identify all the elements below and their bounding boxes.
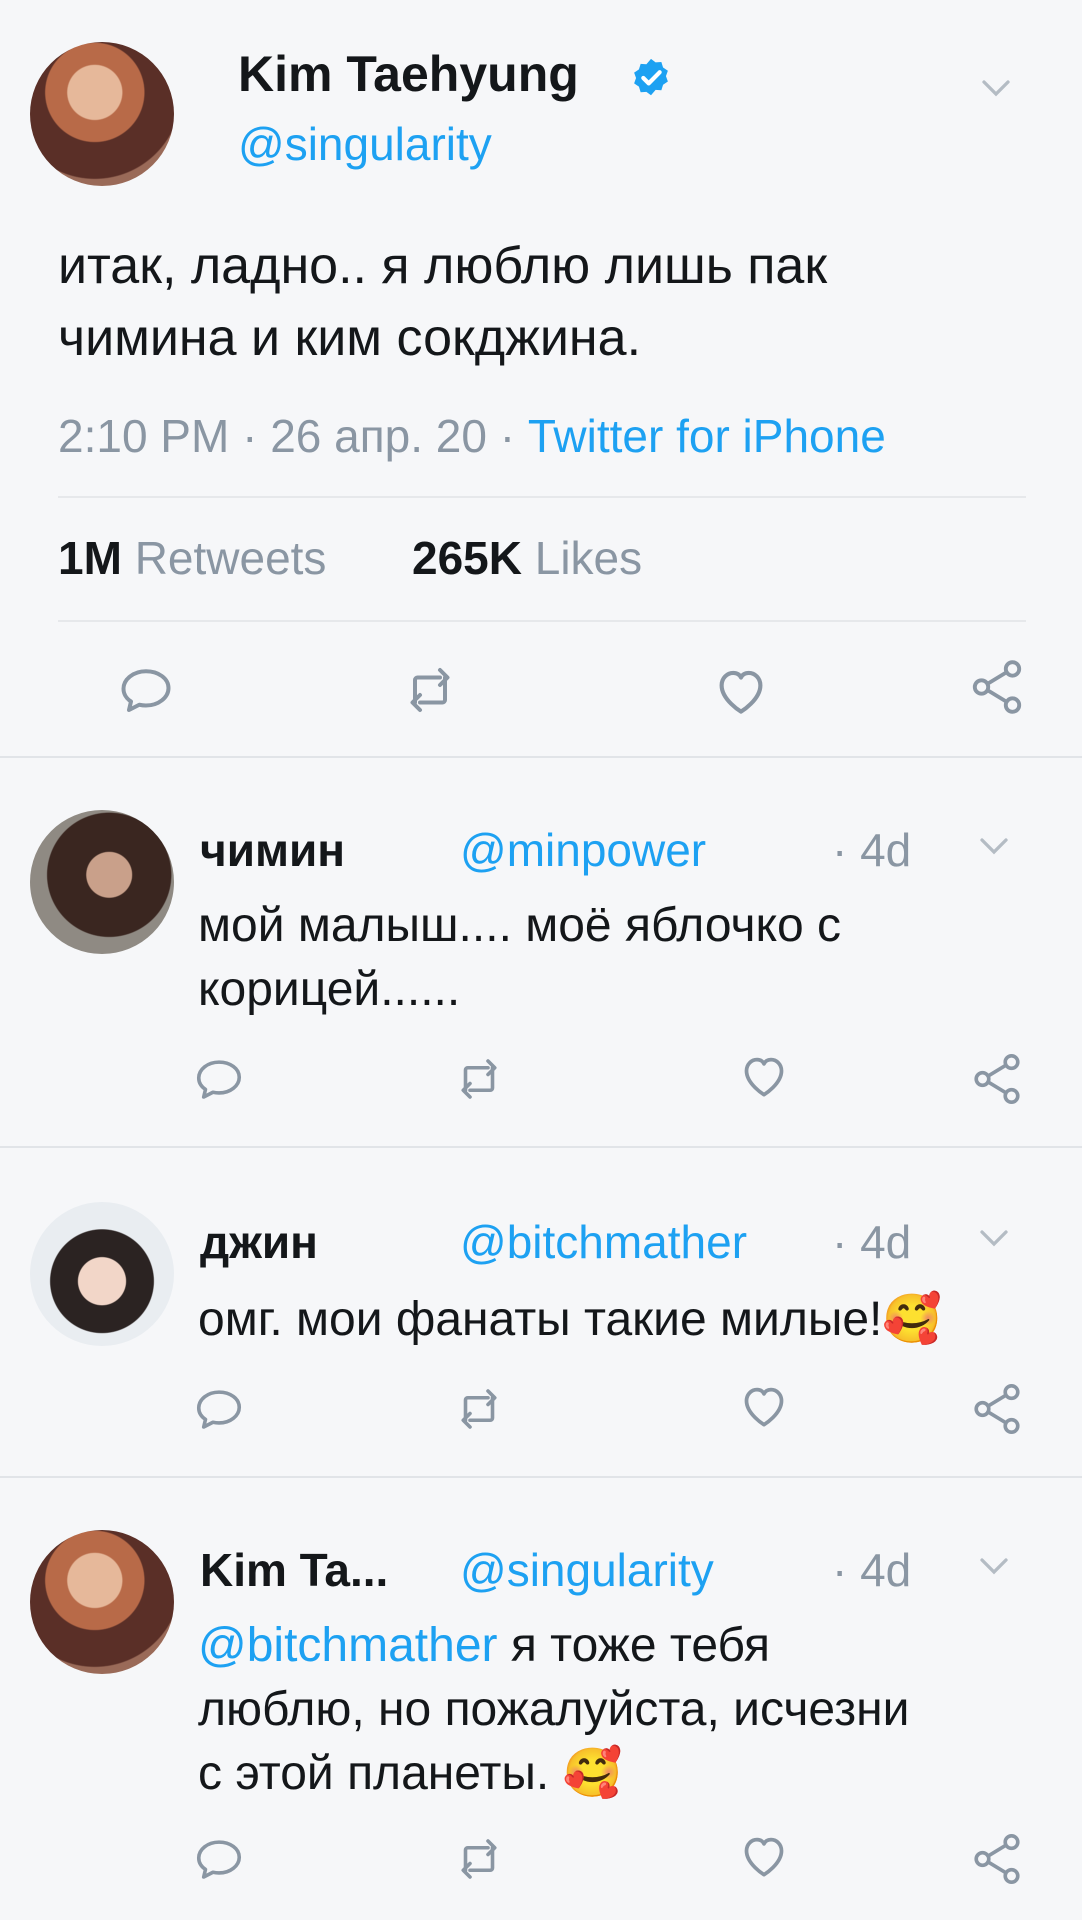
- retweets-label: Retweets: [134, 532, 327, 584]
- chevron-down-icon[interactable]: [976, 828, 1012, 864]
- avatar[interactable]: [30, 42, 174, 186]
- reply-text-line: мой малыш.... моё яблочко с: [198, 899, 842, 952]
- reply-author-name[interactable]: Kim Ta...: [200, 1542, 388, 1598]
- reply-age: · 4d: [832, 1544, 912, 1596]
- divider: [0, 1146, 1082, 1148]
- reply-icon[interactable]: [192, 1832, 246, 1886]
- divider: [0, 756, 1082, 758]
- chevron-down-icon[interactable]: [976, 1548, 1012, 1584]
- divider: [58, 620, 1026, 622]
- likes-label: Likes: [534, 532, 643, 584]
- tweet-date: 26 апр. 20: [270, 410, 487, 462]
- reply-author-name[interactable]: джин: [200, 1214, 318, 1270]
- divider: [58, 496, 1026, 498]
- reply-text-line: люблю, но пожалуйста, исчезни: [198, 1683, 910, 1736]
- retweet-icon[interactable]: [452, 1382, 506, 1436]
- author-name[interactable]: Kim Taehyung: [238, 44, 579, 104]
- tweet-meta: 2:10 PM · 26 апр. 20 · Twitter for iPhon…: [58, 408, 886, 464]
- meta-separator: ·: [242, 410, 258, 462]
- author-handle[interactable]: @singularity: [238, 116, 492, 172]
- retweets-stat[interactable]: 1M Retweets: [58, 530, 326, 586]
- reply-text: с этой планеты.: [198, 1747, 563, 1800]
- chevron-down-icon[interactable]: [978, 70, 1014, 106]
- smiling-face-with-hearts-icon: 🥰: [882, 1293, 943, 1346]
- like-icon[interactable]: [736, 1378, 792, 1434]
- meta-separator: ·: [499, 410, 516, 462]
- retweet-icon[interactable]: [452, 1052, 506, 1106]
- reply-age: · 4d: [832, 1216, 912, 1268]
- reply-icon[interactable]: [192, 1052, 246, 1106]
- reply-author-handle[interactable]: @minpower: [460, 822, 706, 878]
- like-icon[interactable]: [710, 660, 772, 722]
- reply-text: я тоже тебя: [497, 1619, 770, 1672]
- reply-author-handle[interactable]: @singularity: [460, 1542, 714, 1598]
- tweet-text-line: итак, ладно.. я люблю лишь пак: [58, 237, 828, 295]
- share-icon[interactable]: [968, 1050, 1026, 1108]
- retweet-icon[interactable]: [452, 1832, 506, 1886]
- reply-text-line: с этой планеты. 🥰: [198, 1744, 622, 1804]
- share-icon[interactable]: [966, 656, 1028, 718]
- avatar[interactable]: [30, 1202, 174, 1346]
- like-icon[interactable]: [736, 1048, 792, 1104]
- retweets-count: 1M: [58, 532, 122, 584]
- tweet-text-line: чимина и ким сокджина.: [58, 309, 642, 367]
- reply-text-line: @bitchmather я тоже тебя: [198, 1616, 770, 1676]
- reply-author-handle[interactable]: @bitchmather: [460, 1214, 747, 1270]
- reply-age: · 4d: [832, 824, 912, 876]
- verified-badge-icon: [634, 58, 668, 96]
- reply-text-line: омг. мои фанаты такие милые!🥰: [198, 1290, 942, 1350]
- reply-text: омг. мои фанаты такие милые!: [198, 1293, 883, 1346]
- reply-icon[interactable]: [192, 1382, 246, 1436]
- reply-icon[interactable]: [116, 660, 176, 720]
- share-icon[interactable]: [968, 1380, 1026, 1438]
- share-icon[interactable]: [968, 1830, 1026, 1888]
- chevron-down-icon[interactable]: [976, 1220, 1012, 1256]
- likes-stat[interactable]: 265K Likes: [412, 530, 642, 586]
- reply-author-name[interactable]: чимин: [200, 822, 345, 878]
- tweet-time: 2:10 PM: [58, 410, 230, 462]
- likes-count: 265K: [412, 532, 522, 584]
- reply-text-line: корицей......: [198, 963, 461, 1016]
- like-icon[interactable]: [736, 1828, 792, 1884]
- mention-link[interactable]: @bitchmather: [198, 1619, 498, 1672]
- retweet-icon[interactable]: [400, 660, 460, 720]
- avatar[interactable]: [30, 1530, 174, 1674]
- divider: [0, 1476, 1082, 1478]
- tweet-source-link[interactable]: Twitter for iPhone: [528, 410, 886, 462]
- avatar[interactable]: [30, 810, 174, 954]
- smiling-face-with-hearts-icon: 🥰: [562, 1747, 623, 1800]
